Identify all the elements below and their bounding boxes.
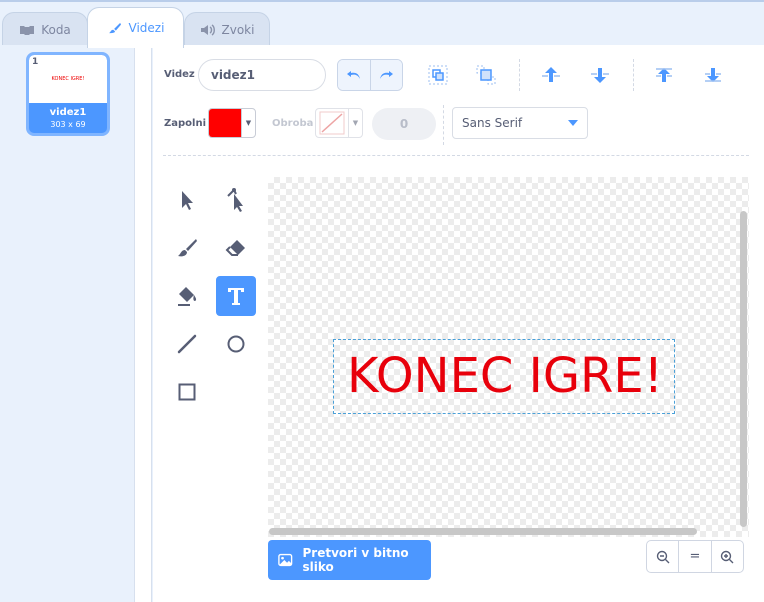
arrow-top-icon — [656, 68, 672, 82]
group-button[interactable] — [423, 60, 453, 90]
costume-thumbnail: 1 KONEC IGRE! — [29, 55, 107, 103]
code-icon — [20, 26, 35, 35]
circle-tool[interactable] — [216, 324, 256, 364]
brush-tool[interactable] — [167, 228, 207, 268]
tab-sounds[interactable]: Zvoki — [184, 12, 270, 47]
text-tool[interactable] — [216, 276, 256, 316]
drawing-canvas[interactable]: KONEC IGRE! — [268, 177, 749, 537]
eraser-tool[interactable] — [216, 228, 256, 268]
text-icon — [228, 288, 244, 305]
canvas-vertical-scrollbar[interactable] — [740, 211, 747, 527]
toolbar-separator — [163, 155, 749, 156]
rectangle-tool[interactable] — [167, 372, 207, 412]
outline-width-input[interactable]: 0 — [372, 108, 436, 140]
redo-button[interactable] — [369, 60, 402, 90]
outline-label: Obroba — [272, 118, 314, 129]
zoom-reset-button[interactable]: = — [678, 541, 710, 572]
zoom-reset-label: = — [689, 549, 701, 564]
tab-code-label: Koda — [41, 23, 71, 37]
arrow-bottom-icon — [705, 68, 721, 82]
line-tool[interactable] — [167, 324, 207, 364]
dropdown-arrow-icon — [568, 120, 578, 126]
tab-code[interactable]: Koda — [2, 12, 88, 47]
chevron-down-icon: ▼ — [348, 109, 362, 137]
image-icon — [278, 553, 293, 567]
tab-costumes[interactable]: Videzi — [87, 7, 184, 48]
undo-button[interactable] — [338, 60, 370, 90]
costume-item-videz1[interactable]: 1 KONEC IGRE! videz1 303 x 69 — [26, 52, 110, 136]
pointer-icon — [182, 191, 193, 210]
tab-sounds-label: Zvoki — [221, 23, 255, 37]
square-icon — [178, 383, 196, 401]
brush-icon — [108, 22, 121, 34]
canvas-text[interactable]: KONEC IGRE! — [334, 340, 676, 415]
group-icon — [428, 65, 448, 85]
font-dropdown[interactable]: Sans Serif — [452, 107, 588, 139]
zoom-in-icon — [721, 550, 734, 563]
costume-size: 303 x 69 — [50, 120, 86, 129]
arrow-up-icon — [542, 67, 560, 82]
costume-number: 1 — [32, 57, 39, 67]
eraser-icon — [225, 240, 245, 256]
brush-icon — [178, 239, 197, 257]
fill-color-swatch — [209, 109, 241, 137]
ungroup-button[interactable] — [471, 60, 501, 90]
costume-name-label: Videz — [164, 69, 195, 80]
ungroup-icon — [476, 65, 496, 85]
chevron-down-icon: ▼ — [241, 109, 255, 137]
arrow-down-icon — [591, 68, 609, 83]
line-icon — [177, 334, 197, 354]
costume-name: videz1 — [49, 107, 87, 118]
fill-label: Zapolni — [164, 118, 207, 129]
paint-bucket-icon — [178, 287, 197, 306]
circle-icon — [227, 335, 245, 353]
costume-name-input[interactable]: videz1 — [198, 59, 326, 91]
undo-redo-group — [337, 59, 403, 91]
reshape-icon — [227, 188, 243, 212]
fill-tool[interactable] — [167, 276, 207, 316]
convert-to-bitmap-button[interactable]: Pretvori v bitno sliko — [268, 540, 431, 580]
canvas-horizontal-scrollbar[interactable] — [269, 528, 697, 535]
zoom-in-button[interactable] — [710, 541, 743, 572]
text-selection-box[interactable]: KONEC IGRE! — [333, 339, 675, 414]
costume-list-scrollbar[interactable] — [135, 45, 152, 602]
zoom-controls: = — [646, 540, 744, 573]
paint-editor: Videz videz1 Zapolni ▼ Obroba ▼ 0 Sans S… — [153, 45, 764, 602]
forward-button[interactable] — [536, 60, 566, 90]
back-button[interactable] — [698, 60, 728, 90]
costume-thumbnail-text: KONEC IGRE! — [51, 76, 85, 82]
toolbar-divider — [519, 59, 520, 91]
toolbar-divider-2 — [633, 59, 634, 91]
tab-costumes-label: Videzi — [128, 21, 165, 35]
redo-icon — [380, 71, 394, 79]
front-button[interactable] — [649, 60, 679, 90]
reshape-tool[interactable] — [216, 180, 256, 220]
fill-color-picker[interactable]: ▼ — [208, 108, 256, 138]
font-dropdown-value: Sans Serif — [462, 116, 523, 130]
no-color-icon — [316, 109, 348, 137]
select-tool[interactable] — [167, 180, 207, 220]
backward-button[interactable] — [585, 60, 615, 90]
editor-tabs: Koda Videzi Zvoki — [0, 0, 764, 48]
convert-to-bitmap-label: Pretvori v bitno sliko — [302, 546, 409, 574]
toolbar-divider-3 — [443, 105, 444, 145]
speaker-icon — [200, 24, 215, 36]
zoom-out-button[interactable] — [647, 541, 678, 572]
zoom-out-icon — [656, 550, 670, 563]
undo-icon — [346, 71, 360, 79]
outline-color-picker[interactable]: ▼ — [315, 108, 363, 138]
